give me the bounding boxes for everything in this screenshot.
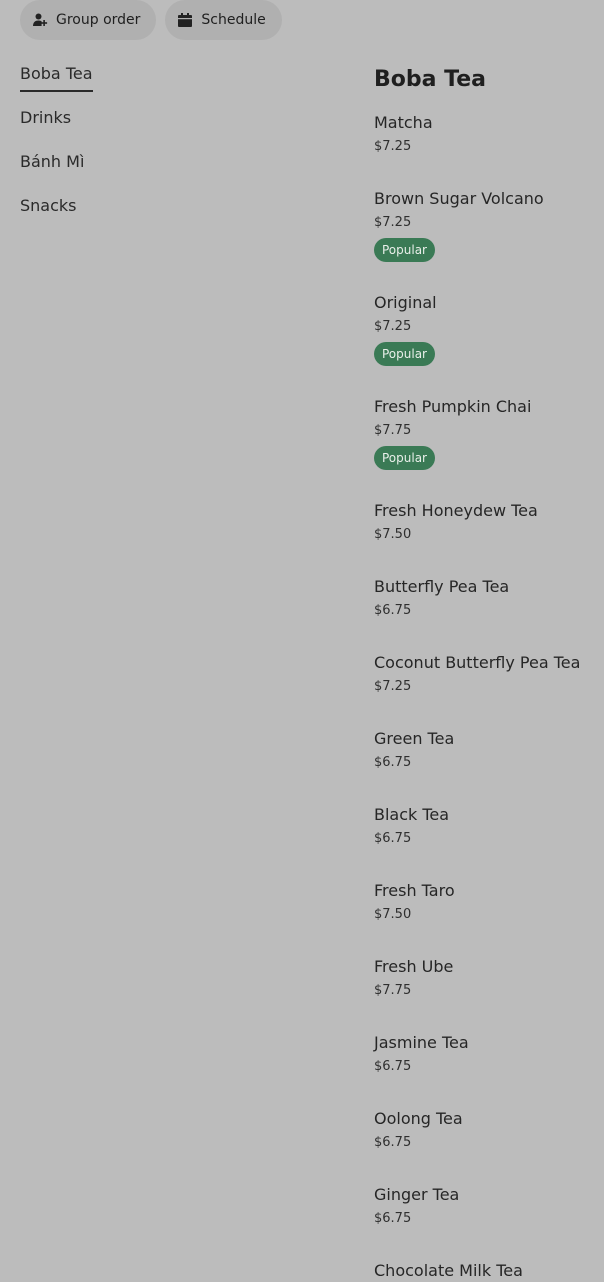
menu-item-price: $7.75 bbox=[374, 983, 412, 998]
menu-item[interactable]: Fresh Ube $7.75 bbox=[374, 956, 453, 1000]
menu-item[interactable]: Butterfly Pea Tea $6.75 bbox=[374, 576, 509, 620]
popular-badge: Popular bbox=[374, 446, 435, 470]
sidebar-item-drinks[interactable]: Drinks bbox=[20, 104, 220, 148]
menu-item[interactable]: Fresh Pumpkin Chai $7.75 Popular bbox=[374, 396, 531, 470]
popular-badge: Popular bbox=[374, 342, 435, 366]
menu-item[interactable]: Chocolate Milk Tea bbox=[374, 1260, 523, 1282]
menu-item-price: $6.75 bbox=[374, 1211, 412, 1226]
menu-item-name: Fresh Taro bbox=[374, 881, 455, 900]
menu-item-name: Ginger Tea bbox=[374, 1185, 460, 1204]
menu-item[interactable]: Ginger Tea $6.75 bbox=[374, 1184, 459, 1228]
sidebar-item-label: Bánh Mì bbox=[20, 152, 85, 171]
menu-item-name: Chocolate Milk Tea bbox=[374, 1261, 523, 1280]
menu-item-name: Fresh Ube bbox=[374, 957, 454, 976]
menu-item-price: $7.25 bbox=[374, 215, 412, 230]
menu-item-name: Matcha bbox=[374, 113, 433, 132]
menu-item-price: $6.75 bbox=[374, 831, 412, 846]
sidebar-item-boba-tea[interactable]: Boba Tea bbox=[20, 60, 220, 104]
sidebar-item-banh-mi[interactable]: Bánh Mì bbox=[20, 148, 220, 192]
menu-item-name: Black Tea bbox=[374, 805, 450, 824]
category-sidebar: Boba Tea Drinks Bánh Mì Snacks bbox=[20, 60, 220, 236]
menu-item-name: Coconut Butterfly Pea Tea bbox=[374, 653, 581, 672]
menu-item[interactable]: Coconut Butterfly Pea Tea $7.25 bbox=[374, 652, 580, 696]
menu-item-price: $7.25 bbox=[374, 139, 412, 154]
menu-item[interactable]: Black Tea $6.75 bbox=[374, 804, 449, 848]
menu-item-price: $7.50 bbox=[374, 527, 412, 542]
menu-item[interactable]: Oolong Tea $6.75 bbox=[374, 1108, 463, 1152]
sidebar-item-label: Boba Tea bbox=[20, 60, 93, 92]
menu-item[interactable]: Jasmine Tea $6.75 bbox=[374, 1032, 469, 1076]
menu-item-name: Green Tea bbox=[374, 729, 455, 748]
group-order-button[interactable]: Group order bbox=[20, 0, 157, 40]
menu-item-name: Oolong Tea bbox=[374, 1109, 463, 1128]
menu-item-name: Fresh Honeydew Tea bbox=[374, 501, 538, 520]
menu-item[interactable]: Fresh Honeydew Tea $7.50 bbox=[374, 500, 538, 544]
menu-item[interactable]: Green Tea $6.75 bbox=[374, 728, 454, 772]
menu-item-name: Butterfly Pea Tea bbox=[374, 577, 510, 596]
menu-item[interactable]: Brown Sugar Volcano $7.25 Popular bbox=[374, 188, 544, 262]
menu-item-price: $7.25 bbox=[374, 679, 412, 694]
menu-item-price: $6.75 bbox=[374, 603, 412, 618]
schedule-label: Schedule bbox=[201, 12, 266, 28]
group-order-label: Group order bbox=[56, 12, 141, 28]
sidebar-item-label: Snacks bbox=[20, 196, 77, 215]
sidebar-item-label: Drinks bbox=[20, 108, 72, 127]
calendar-icon bbox=[177, 12, 193, 28]
top-actions: Group order Schedule bbox=[20, 0, 282, 40]
menu-item[interactable]: Fresh Taro $7.50 bbox=[374, 880, 455, 924]
section-title: Boba Tea bbox=[374, 67, 486, 92]
menu-item-price: $7.50 bbox=[374, 907, 412, 922]
person-add-icon bbox=[32, 12, 48, 28]
menu-section: Boba Tea Matcha $7.25 Brown Sugar Volcano $… bbox=[374, 62, 600, 1280]
menu-item-price: $6.75 bbox=[374, 1059, 412, 1074]
popular-badge: Popular bbox=[374, 238, 435, 262]
menu-item[interactable]: Matcha $7.25 bbox=[374, 112, 433, 156]
menu-item-price: $6.75 bbox=[374, 1135, 412, 1150]
menu-item-name: Original bbox=[374, 293, 437, 312]
sidebar-item-snacks[interactable]: Snacks bbox=[20, 192, 220, 236]
menu-item-name: Brown Sugar Volcano bbox=[374, 189, 544, 208]
menu-item-price: $7.75 bbox=[374, 423, 412, 438]
menu-item-name: Jasmine Tea bbox=[374, 1033, 469, 1052]
menu-item-price: $7.25 bbox=[374, 319, 412, 334]
schedule-button[interactable]: Schedule bbox=[165, 0, 282, 40]
menu-item-name: Fresh Pumpkin Chai bbox=[374, 397, 532, 416]
menu-item-price: $6.75 bbox=[374, 755, 412, 770]
menu-item[interactable]: Original $7.25 Popular bbox=[374, 292, 437, 366]
